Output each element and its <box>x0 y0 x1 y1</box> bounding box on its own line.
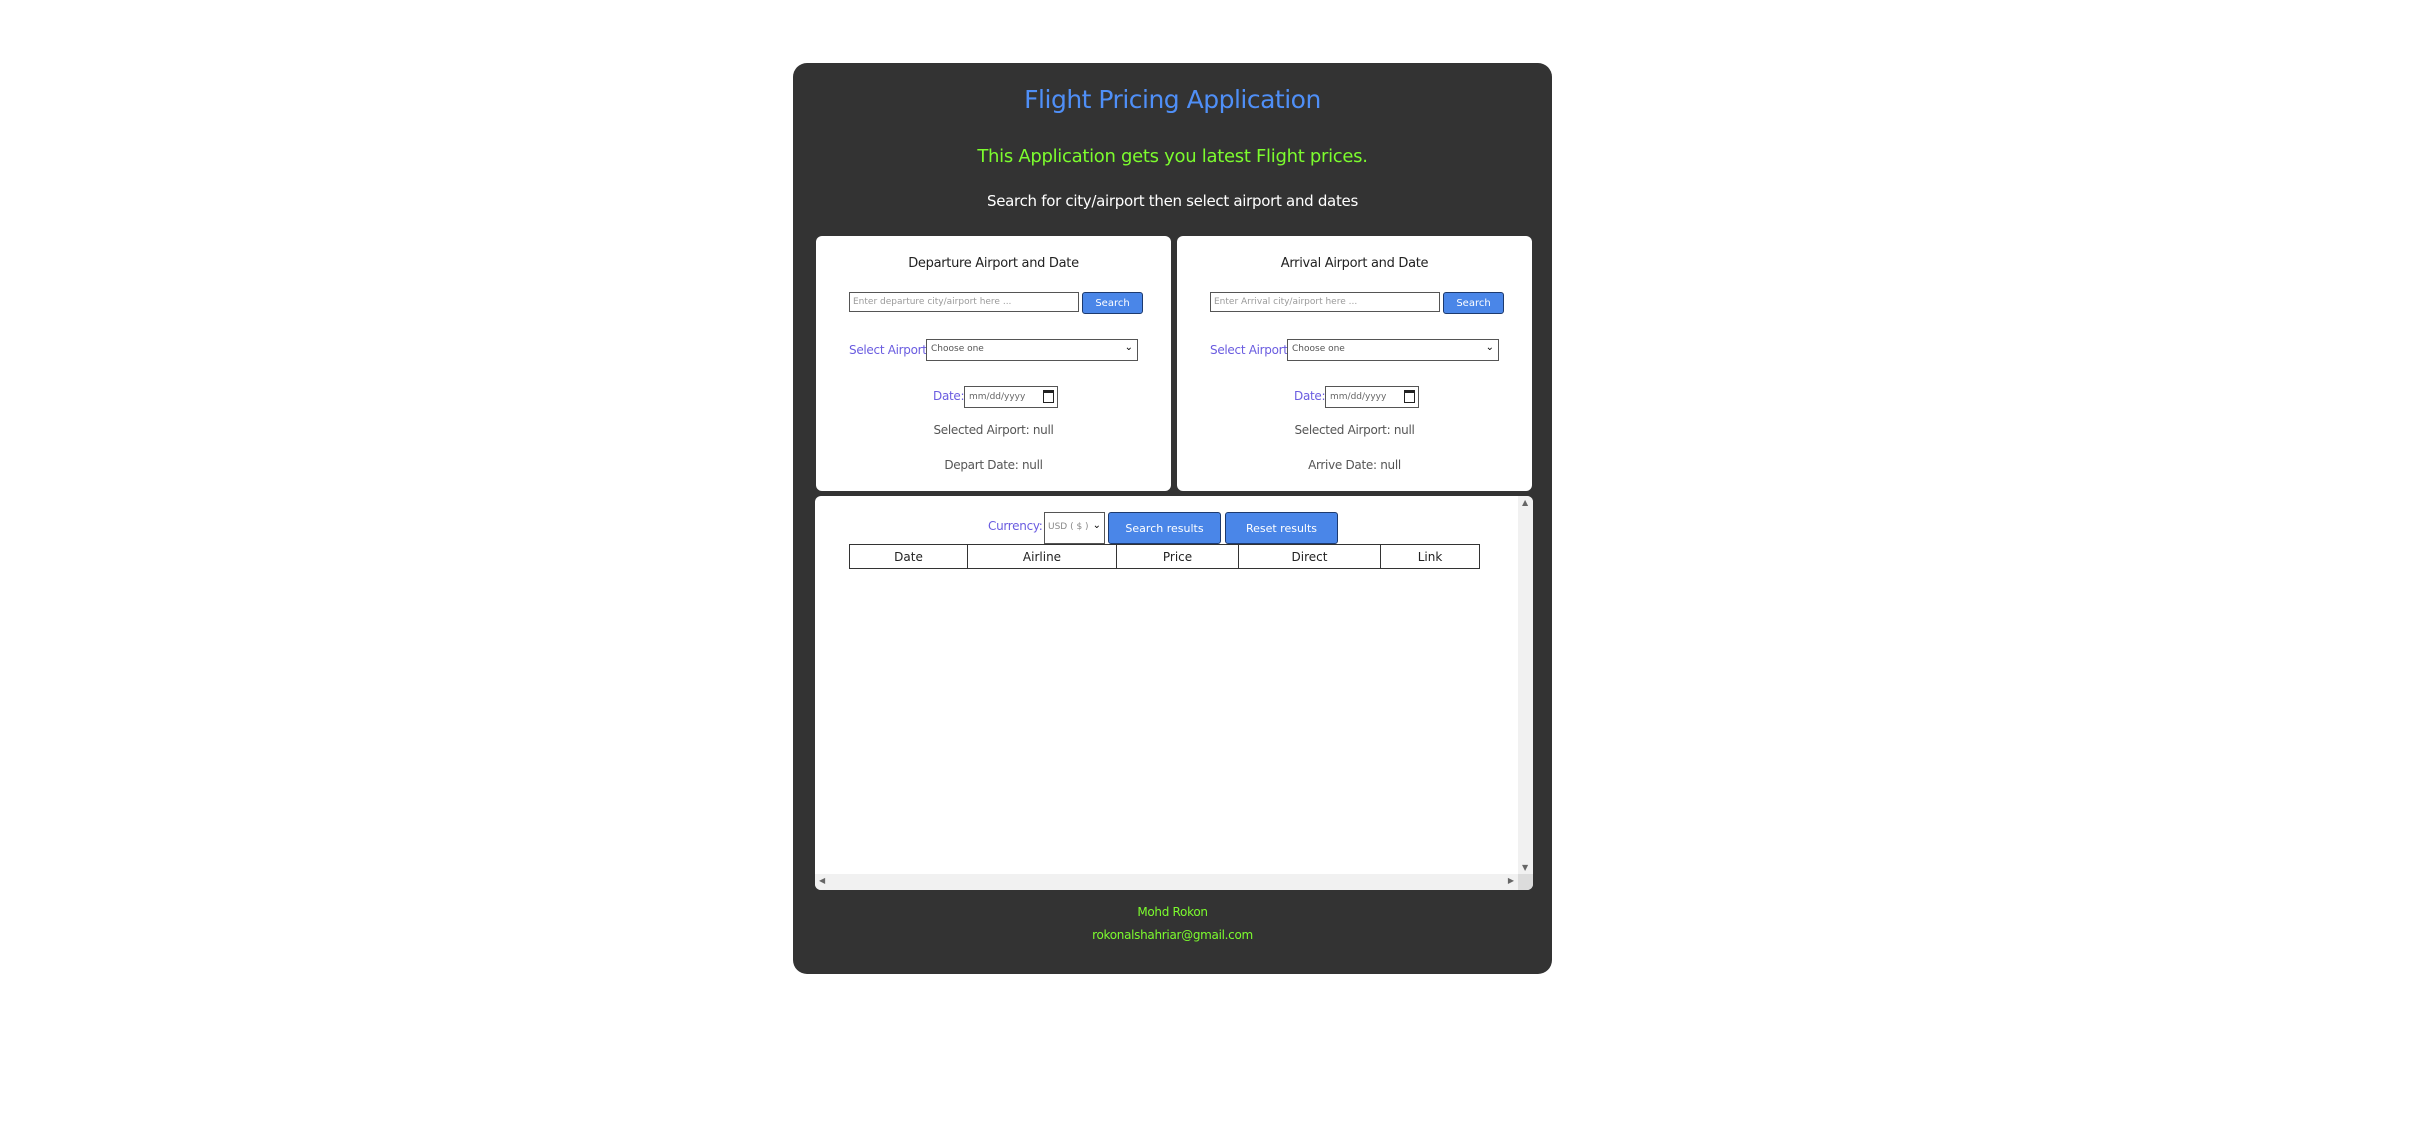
results-table-header-row: Date Airline Price Direct Link <box>849 544 1480 569</box>
arrival-date-info: Arrive Date: null <box>1308 458 1401 472</box>
currency-select-value: USD ( $ ) <box>1048 522 1089 532</box>
results-controls: Currency: USD ( $ ) ⌄ Search results Res… <box>815 504 1515 544</box>
page-title: Flight Pricing Application <box>1024 85 1321 114</box>
arrival-panel: Arrival Airport and Date Search Select A… <box>1177 236 1532 491</box>
currency-label: Currency: <box>988 519 1043 533</box>
scrollbar-corner <box>1518 874 1533 890</box>
page-subtitle: This Application gets you latest Flight … <box>977 146 1368 167</box>
departure-date-row: Date: mm/dd/yyyy <box>816 386 1171 408</box>
calendar-icon[interactable] <box>1043 390 1054 403</box>
footer-author-email: rokonalshahriar@gmail.com <box>1092 928 1253 942</box>
arrival-airport-select[interactable]: Choose one ⌄ <box>1287 339 1499 361</box>
arrival-date-input[interactable]: mm/dd/yyyy <box>1325 386 1419 408</box>
departure-panel: Departure Airport and Date Search Select… <box>816 236 1171 491</box>
calendar-icon[interactable] <box>1404 390 1415 403</box>
scroll-right-icon[interactable]: ▶ <box>1508 876 1514 885</box>
chevron-down-icon: ⌄ <box>1124 342 1133 353</box>
horizontal-scrollbar[interactable]: ◀ ▶ <box>815 874 1518 890</box>
arrival-panel-title: Arrival Airport and Date <box>1280 256 1429 271</box>
search-results-button[interactable]: Search results <box>1108 512 1221 544</box>
arrival-date-placeholder: mm/dd/yyyy <box>1330 392 1387 402</box>
chevron-down-icon: ⌄ <box>1485 342 1494 353</box>
instruction-text: Search for city/airport then select airp… <box>987 192 1358 210</box>
arrival-select-value: Choose one <box>1292 344 1345 354</box>
column-header-price: Price <box>1116 544 1239 569</box>
departure-selected-airport: Selected Airport: null <box>933 423 1054 437</box>
arrival-date-row: Date: mm/dd/yyyy <box>1177 386 1532 408</box>
scroll-down-icon[interactable]: ▼ <box>1522 863 1528 872</box>
departure-date-placeholder: mm/dd/yyyy <box>969 392 1026 402</box>
results-table: Date Airline Price Direct Link <box>849 544 1480 569</box>
departure-date-label: Date: <box>933 389 965 403</box>
departure-select-label: Select Airport: <box>849 343 931 357</box>
arrival-search-button[interactable]: Search <box>1443 292 1504 314</box>
departure-search-button[interactable]: Search <box>1082 292 1143 314</box>
column-header-direct: Direct <box>1238 544 1381 569</box>
arrival-selected-airport: Selected Airport: null <box>1294 423 1415 437</box>
departure-date-input[interactable]: mm/dd/yyyy <box>964 386 1058 408</box>
departure-date-info: Depart Date: null <box>944 458 1043 472</box>
arrival-date-label: Date: <box>1294 389 1326 403</box>
arrival-select-label: Select Airport: <box>1210 343 1292 357</box>
reset-results-button[interactable]: Reset results <box>1225 512 1338 544</box>
vertical-scrollbar[interactable]: ▲ ▼ <box>1518 496 1533 874</box>
arrival-search-input[interactable] <box>1210 292 1440 312</box>
column-header-link: Link <box>1380 544 1480 569</box>
column-header-airline: Airline <box>967 544 1117 569</box>
departure-select-value: Choose one <box>931 344 984 354</box>
departure-airport-select[interactable]: Choose one ⌄ <box>926 339 1138 361</box>
currency-select[interactable]: USD ( $ ) ⌄ <box>1044 512 1105 544</box>
footer-author-name: Mohd Rokon <box>1137 905 1208 919</box>
departure-panel-title: Departure Airport and Date <box>908 256 1079 271</box>
column-header-date: Date <box>849 544 968 569</box>
app-container: Flight Pricing Application This Applicat… <box>793 63 1552 974</box>
chevron-down-icon: ⌄ <box>1092 520 1101 531</box>
results-panel: Currency: USD ( $ ) ⌄ Search results Res… <box>815 496 1533 890</box>
departure-search-input[interactable] <box>849 292 1079 312</box>
scroll-up-icon[interactable]: ▲ <box>1522 498 1528 507</box>
scroll-left-icon[interactable]: ◀ <box>819 876 825 885</box>
